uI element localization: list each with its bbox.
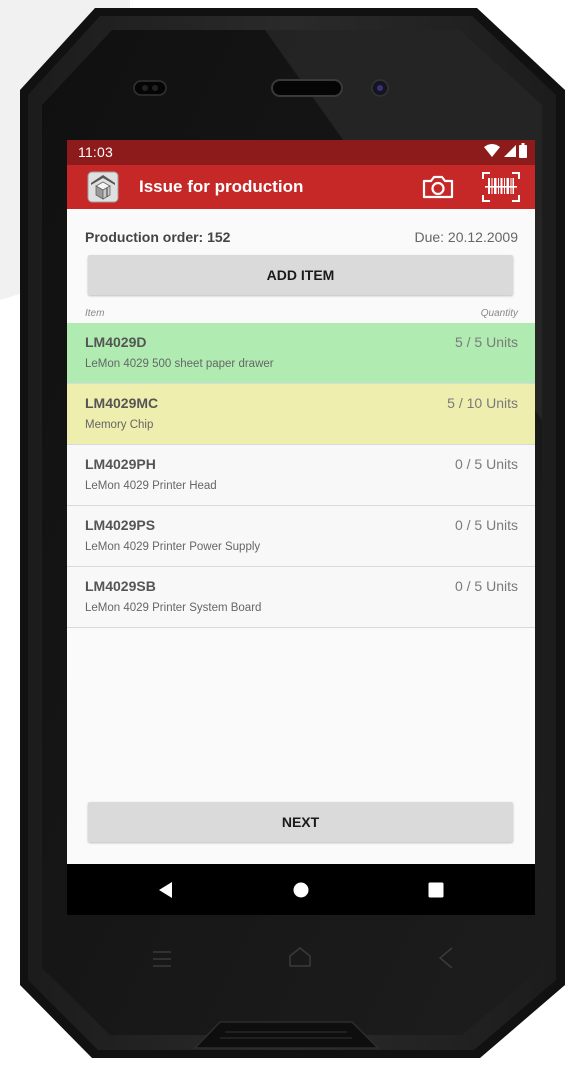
recents-icon[interactable] [424,878,448,902]
item-description: LeMon 4029 Printer Power Supply [85,541,261,553]
list-item-lm4029ps[interactable]: LM4029PS 0 / 5 Units LeMon 4029 Printer … [67,506,535,567]
list-item-lm4029mc[interactable]: LM4029MC 5 / 10 Units Memory Chip [67,384,535,445]
column-header-quantity: Quantity [480,308,518,319]
item-quantity: 5 / 5 Units [454,334,518,350]
home-icon[interactable] [289,878,313,902]
item-code: LM4029PH [85,456,156,472]
barcode-icon[interactable] [481,170,521,204]
next-button[interactable]: NEXT [88,802,513,842]
add-item-button[interactable]: ADD ITEM [88,255,513,295]
item-description: LeMon 4029 500 sheet paper drawer [85,358,274,370]
item-code: LM4029PS [85,517,156,533]
item-code: LM4029SB [85,578,156,594]
item-quantity: 0 / 5 Units [454,456,518,472]
wifi-icon [484,143,500,157]
app-bar: Issue for production [67,165,535,209]
device-screen: 11:03 Issue for production Production or… [67,140,535,915]
status-time: 11:03 [78,144,113,160]
item-code: LM4029MC [85,395,159,411]
battery-icon [519,143,527,158]
item-description: LeMon 4029 Printer Head [85,480,217,492]
order-header: Production order: 152 Due: 20.12.2009 [67,209,535,253]
column-header-item: Item [85,308,105,319]
warehouse-box-icon [87,171,119,203]
signal-icon [504,144,516,157]
page-title: Issue for production [139,177,304,196]
back-icon[interactable] [154,878,178,902]
production-order-label: Production order: 152 [85,229,231,245]
item-code: LM4029D [85,334,147,350]
item-description: LeMon 4029 Printer System Board [85,602,262,614]
status-icons [484,143,527,158]
system-nav-bar [67,864,535,915]
list-item-lm4029d[interactable]: LM4029D 5 / 5 Units LeMon 4029 500 sheet… [67,323,535,384]
list-header: Item Quantity [67,306,535,322]
item-description: Memory Chip [85,419,154,431]
camera-icon[interactable] [421,173,455,201]
list-item-lm4029sb[interactable]: LM4029SB 0 / 5 Units LeMon 4029 Printer … [67,567,535,628]
due-date: Due: 20.12.2009 [414,229,518,245]
item-quantity: 0 / 5 Units [454,517,518,533]
item-quantity: 5 / 10 Units [447,395,518,411]
status-bar: 11:03 [67,140,535,165]
item-list: LM4029D 5 / 5 Units LeMon 4029 500 sheet… [67,323,535,628]
list-item-lm4029ph[interactable]: LM4029PH 0 / 5 Units LeMon 4029 Printer … [67,445,535,506]
item-quantity: 0 / 5 Units [454,578,518,594]
